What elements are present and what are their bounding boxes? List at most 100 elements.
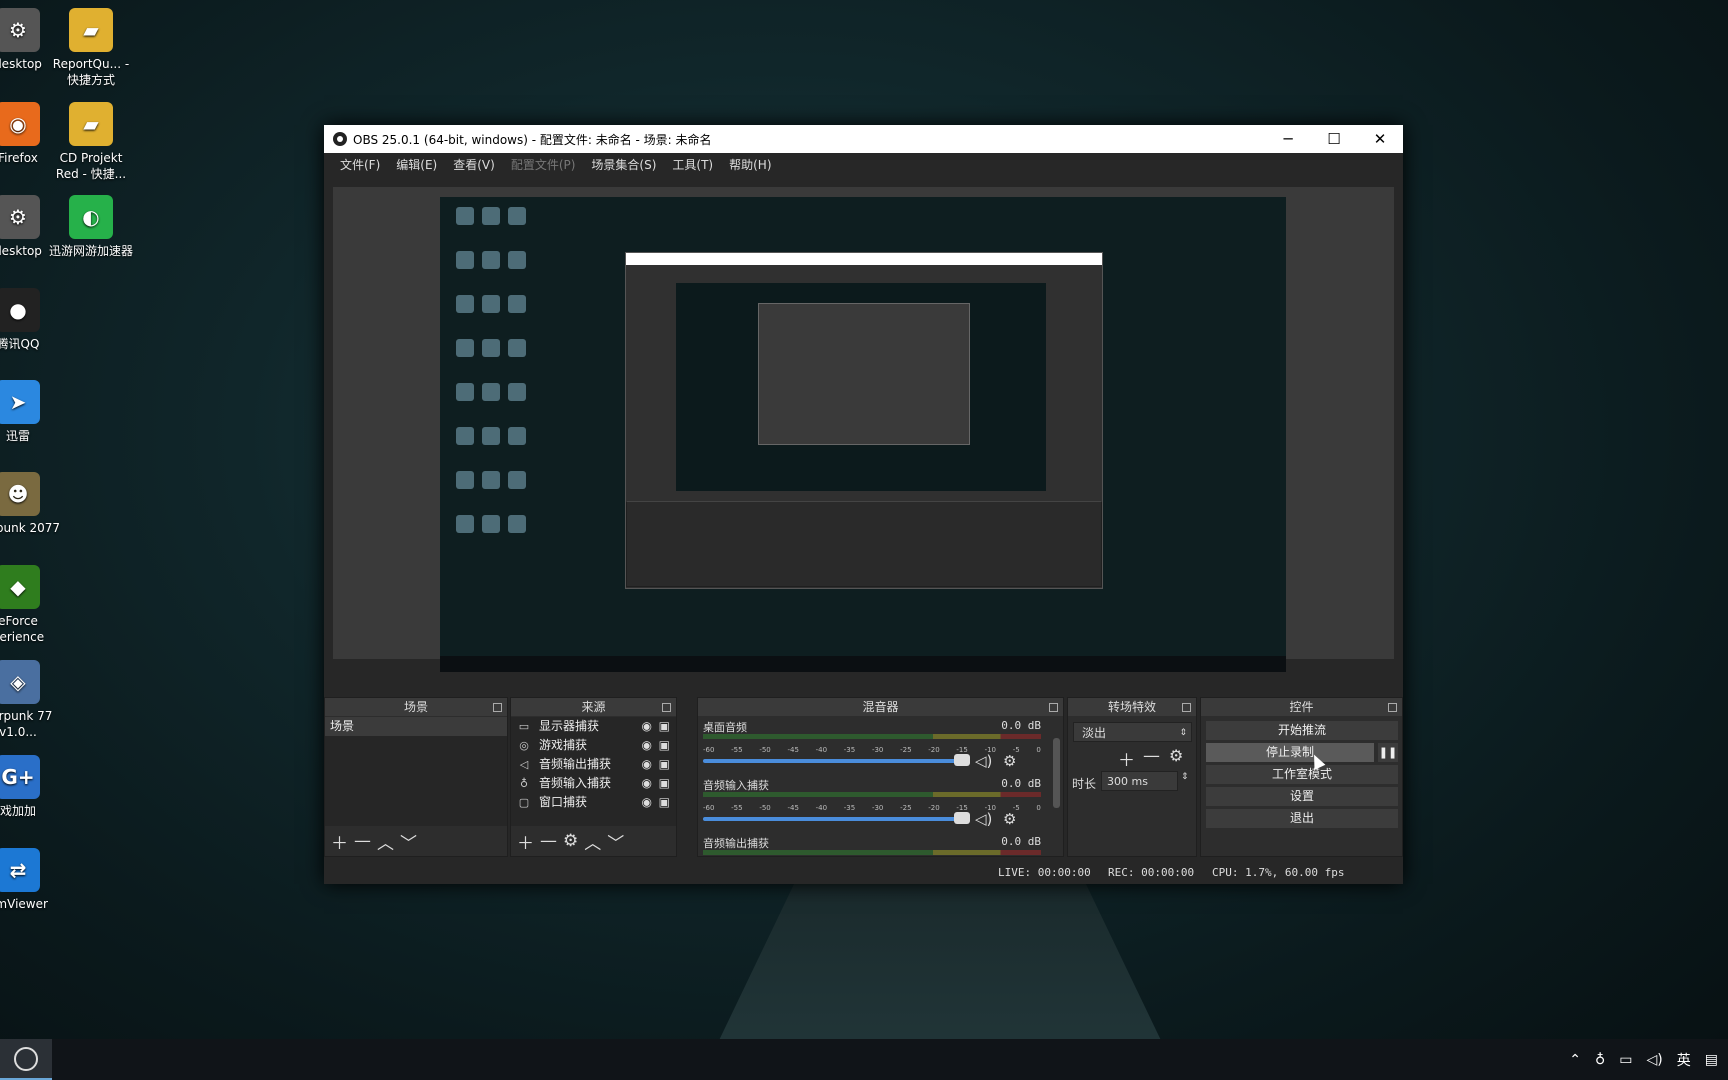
cpu-status: CPU: 1.7%, 60.00 fps [1212,866,1345,879]
maximize-icon[interactable]: ☐ [1311,125,1357,153]
desktop-icon-label: 迅雷 [5,429,30,443]
close-icon[interactable]: ✕ [1357,125,1403,153]
lock-icon[interactable]: ▣ [659,774,670,793]
mixer-channel: 音频输入捕获 0.0 dB -60 -55 -50 -45 -40 -35 -30 -25 -2… [703,777,1041,828]
gear-icon[interactable]: ⚙ [1003,752,1016,770]
menu-view[interactable]: 查看(V) [445,156,503,173]
spin-arrows-icon[interactable]: ⇕ [1181,772,1189,782]
lock-icon[interactable]: ▣ [659,755,670,774]
lock-icon[interactable]: ▣ [659,717,670,736]
desktop-icon[interactable]: ◆ eForce perience [0,565,61,645]
float-icon[interactable] [662,703,671,712]
studio-mode-button[interactable]: 工作室模式 [1206,765,1398,784]
mixer-scrollbar[interactable] [1053,738,1060,808]
preview-desktop-icons [448,201,528,553]
volume-slider[interactable] [703,817,961,821]
plus-icon[interactable]: ＋ [517,829,534,854]
eye-icon[interactable]: ◉ [642,793,652,812]
notification-icon[interactable]: ▤ [1705,1052,1718,1068]
duration-label: 时长 [1072,777,1097,791]
window-title: OBS 25.0.1 (64-bit, windows) - 配置文件: 未命名… [353,132,712,147]
plus-icon[interactable]: ＋ [331,829,348,854]
volume-slider[interactable] [703,759,961,763]
speaker-icon[interactable]: ◁) [975,752,992,770]
gamepad-icon: ◎ [519,739,529,752]
source-item[interactable]: ♁ 音频输入捕获 ◉ ▣ [511,774,676,793]
desktop-icon-label: 腾讯QQ [0,337,40,351]
transition-select[interactable]: 淡出 ⇕ [1073,722,1192,742]
menu-tools[interactable]: 工具(T) [664,156,721,173]
eye-icon[interactable]: ◉ [642,755,652,774]
float-icon[interactable] [493,703,502,712]
eye-icon[interactable]: ◉ [642,717,652,736]
volume-icon[interactable]: ◁) [1647,1052,1663,1068]
eye-icon[interactable]: ◉ [642,774,652,793]
settings-button[interactable]: 设置 [1206,787,1398,806]
duration-input[interactable]: 300 ms [1101,771,1178,791]
menu-scene-collection[interactable]: 场景集合(S) [583,156,664,173]
app-icon: ◐ [69,195,113,239]
obs-taskbar-button[interactable] [0,1039,52,1080]
desktop-icon[interactable]: G+ 戏加加 [0,755,61,819]
desktop-icon[interactable]: ▰ CD Projekt Red - 快捷... [48,102,134,182]
gear-icon[interactable]: ⚙ [563,831,578,851]
stop-recording-button[interactable]: 停止录制 [1206,743,1374,762]
input-language[interactable]: 英 [1677,1050,1691,1070]
source-item[interactable]: ▭ 显示器捕获 ◉ ▣ [511,717,676,736]
float-icon[interactable] [1049,703,1058,712]
minus-icon[interactable]: — [354,831,371,851]
app-icon: ☻ [0,472,40,516]
chevron-down-icon[interactable]: ﹀ [400,829,417,854]
volume-slider-handle[interactable] [954,812,970,824]
desktop-icon[interactable]: ▰ ReportQu... - 快捷方式 [48,8,134,88]
transitions-dock: 转场特效 淡出 ⇕ ＋ — ⚙ 时长 300 ms ⇕ [1067,697,1197,857]
desktop-icon[interactable]: ◈ berpunk 77 v1.0... [0,660,61,740]
network-icon[interactable]: ▭ [1619,1052,1632,1068]
menu-help[interactable]: 帮助(H) [721,156,779,173]
eye-icon[interactable]: ◉ [642,736,652,755]
minimize-icon[interactable]: ─ [1265,125,1311,153]
float-icon[interactable] [1388,703,1397,712]
pause-icon[interactable]: ❚❚ [1378,743,1398,762]
source-item[interactable]: ◁ 音频输出捕获 ◉ ▣ [511,755,676,774]
start-streaming-button[interactable]: 开始推流 [1206,721,1398,740]
level-meter [703,792,1041,797]
scenes-dock: 场景 场景 ＋ — ︿ ﹀ [324,697,508,857]
volume-slider-handle[interactable] [954,754,970,766]
desktop-icon-label: berpunk 77 v1.0... [0,709,53,739]
desktop-icon-label: amViewer [0,897,48,911]
lock-icon[interactable]: ▣ [659,736,670,755]
obs-logo-icon [333,132,347,146]
desktop-icon[interactable]: ➤ 迅雷 [0,380,61,444]
lock-icon[interactable]: ▣ [659,793,670,812]
microphone-icon[interactable]: ♁ [1595,1052,1605,1068]
plus-icon[interactable]: ＋ [1118,746,1135,771]
desktop-icon[interactable]: ☻ berpunk 2077 [0,472,61,536]
gear-icon[interactable]: ⚙ [1169,746,1183,765]
chevron-up-icon[interactable]: ⌃ [1569,1052,1581,1068]
gear-icon[interactable]: ⚙ [1003,810,1016,828]
chevron-down-icon[interactable]: ﹀ [607,829,624,854]
source-item[interactable]: ▢ 窗口捕获 ◉ ▣ [511,793,676,812]
scene-item[interactable]: 场景 [325,717,507,736]
desktop-icon[interactable]: ◐ 迅游网游加速器 [48,195,134,259]
app-icon: ➤ [0,380,40,424]
chevron-up-icon[interactable]: ︿ [377,829,394,854]
desktop-icon-label: eForce perience [0,614,45,644]
speaker-icon[interactable]: ◁) [975,810,992,828]
float-icon[interactable] [1182,703,1191,712]
menu-file[interactable]: 文件(F) [332,156,388,173]
desktop-icon[interactable]: ● 腾讯QQ [0,288,61,352]
menu-profile[interactable]: 配置文件(P) [503,156,584,173]
chevron-up-icon[interactable]: ︿ [584,829,601,854]
rec-status: REC: 00:00:00 [1108,866,1195,879]
menu-edit[interactable]: 编辑(E) [388,156,445,173]
source-item[interactable]: ◎ 游戏捕获 ◉ ▣ [511,736,676,755]
preview-canvas[interactable] [440,197,1286,672]
exit-button[interactable]: 退出 [1206,809,1398,828]
minus-icon[interactable]: — [1143,746,1160,766]
status-bar: LIVE: 00:00:00 REC: 00:00:00 CPU: 1.7%, … [324,860,1403,884]
mixer-dock: 混音器 桌面音频 0.0 dB -60 -55 -50 -45 -40 -35 -30 -25… [697,697,1064,857]
desktop-icon[interactable]: ⇄ amViewer [0,848,61,912]
minus-icon[interactable]: — [540,831,557,851]
